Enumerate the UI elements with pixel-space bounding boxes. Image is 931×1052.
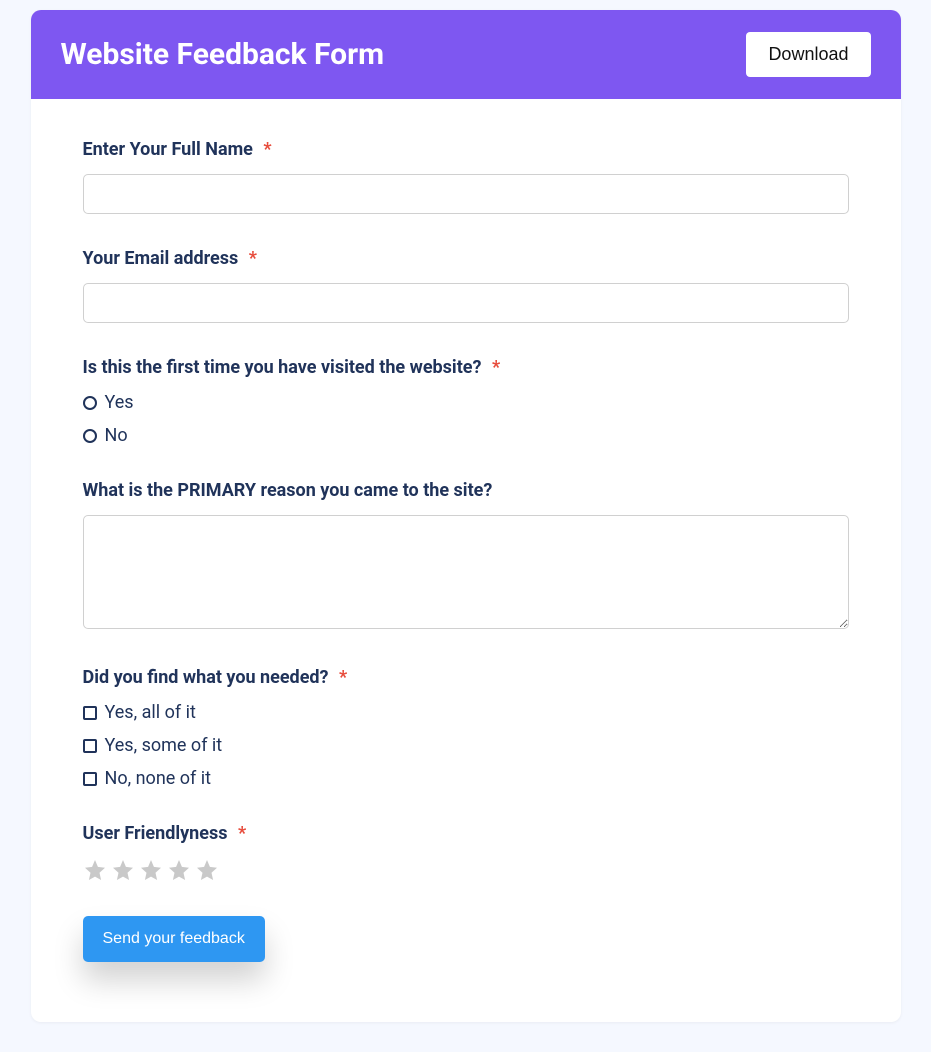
star-icon[interactable] bbox=[195, 858, 219, 882]
checkbox-icon[interactable] bbox=[83, 739, 97, 753]
required-asterisk: * bbox=[263, 139, 271, 160]
checkbox-option-all[interactable]: Yes, all of it bbox=[83, 702, 849, 723]
checkbox-option-none[interactable]: No, none of it bbox=[83, 768, 849, 789]
radio-icon[interactable] bbox=[83, 396, 97, 410]
full-name-input[interactable] bbox=[83, 174, 849, 214]
star-icon[interactable] bbox=[139, 858, 163, 882]
field-first-visit: Is this the first time you have visited … bbox=[83, 357, 849, 446]
label-text: Your Email address bbox=[83, 248, 239, 269]
submit-button[interactable]: Send your feedback bbox=[83, 916, 265, 962]
required-asterisk: * bbox=[339, 667, 347, 688]
checkbox-label: Yes, some of it bbox=[105, 735, 223, 756]
required-asterisk: * bbox=[249, 248, 257, 269]
label-text: User Friendlyness bbox=[83, 823, 228, 844]
radio-icon[interactable] bbox=[83, 429, 97, 443]
field-found-needed: Did you find what you needed? * Yes, all… bbox=[83, 667, 849, 789]
label-text: Is this the first time you have visited … bbox=[83, 357, 482, 378]
star-icon[interactable] bbox=[111, 858, 135, 882]
form-container: Website Feedback Form Download Enter You… bbox=[31, 10, 901, 1022]
field-full-name: Enter Your Full Name * bbox=[83, 139, 849, 214]
found-needed-label: Did you find what you needed? * bbox=[83, 667, 849, 688]
form-title: Website Feedback Form bbox=[61, 37, 385, 72]
download-button[interactable]: Download bbox=[746, 32, 870, 77]
radio-option-yes[interactable]: Yes bbox=[83, 392, 849, 413]
email-label: Your Email address * bbox=[83, 248, 849, 269]
checkbox-icon[interactable] bbox=[83, 706, 97, 720]
label-text: Did you find what you needed? bbox=[83, 667, 329, 688]
star-icon[interactable] bbox=[83, 858, 107, 882]
form-body: Enter Your Full Name * Your Email addres… bbox=[31, 99, 901, 1022]
checkbox-label: No, none of it bbox=[105, 768, 212, 789]
primary-reason-label: What is the PRIMARY reason you came to t… bbox=[83, 480, 849, 501]
label-text: What is the PRIMARY reason you came to t… bbox=[83, 480, 493, 501]
checkbox-label: Yes, all of it bbox=[105, 702, 196, 723]
radio-label: Yes bbox=[105, 392, 134, 413]
full-name-label: Enter Your Full Name * bbox=[83, 139, 849, 160]
required-asterisk: * bbox=[238, 823, 246, 844]
label-text: Enter Your Full Name bbox=[83, 139, 253, 160]
radio-label: No bbox=[105, 425, 128, 446]
user-friendliness-label: User Friendlyness * bbox=[83, 823, 849, 844]
form-header: Website Feedback Form Download bbox=[31, 10, 901, 99]
field-user-friendliness: User Friendlyness * bbox=[83, 823, 849, 882]
field-primary-reason: What is the PRIMARY reason you came to t… bbox=[83, 480, 849, 633]
email-input[interactable] bbox=[83, 283, 849, 323]
first-visit-label: Is this the first time you have visited … bbox=[83, 357, 849, 378]
star-rating bbox=[83, 858, 849, 882]
primary-reason-textarea[interactable] bbox=[83, 515, 849, 629]
required-asterisk: * bbox=[492, 357, 500, 378]
checkbox-icon[interactable] bbox=[83, 772, 97, 786]
star-icon[interactable] bbox=[167, 858, 191, 882]
checkbox-option-some[interactable]: Yes, some of it bbox=[83, 735, 849, 756]
field-email: Your Email address * bbox=[83, 248, 849, 323]
radio-option-no[interactable]: No bbox=[83, 425, 849, 446]
